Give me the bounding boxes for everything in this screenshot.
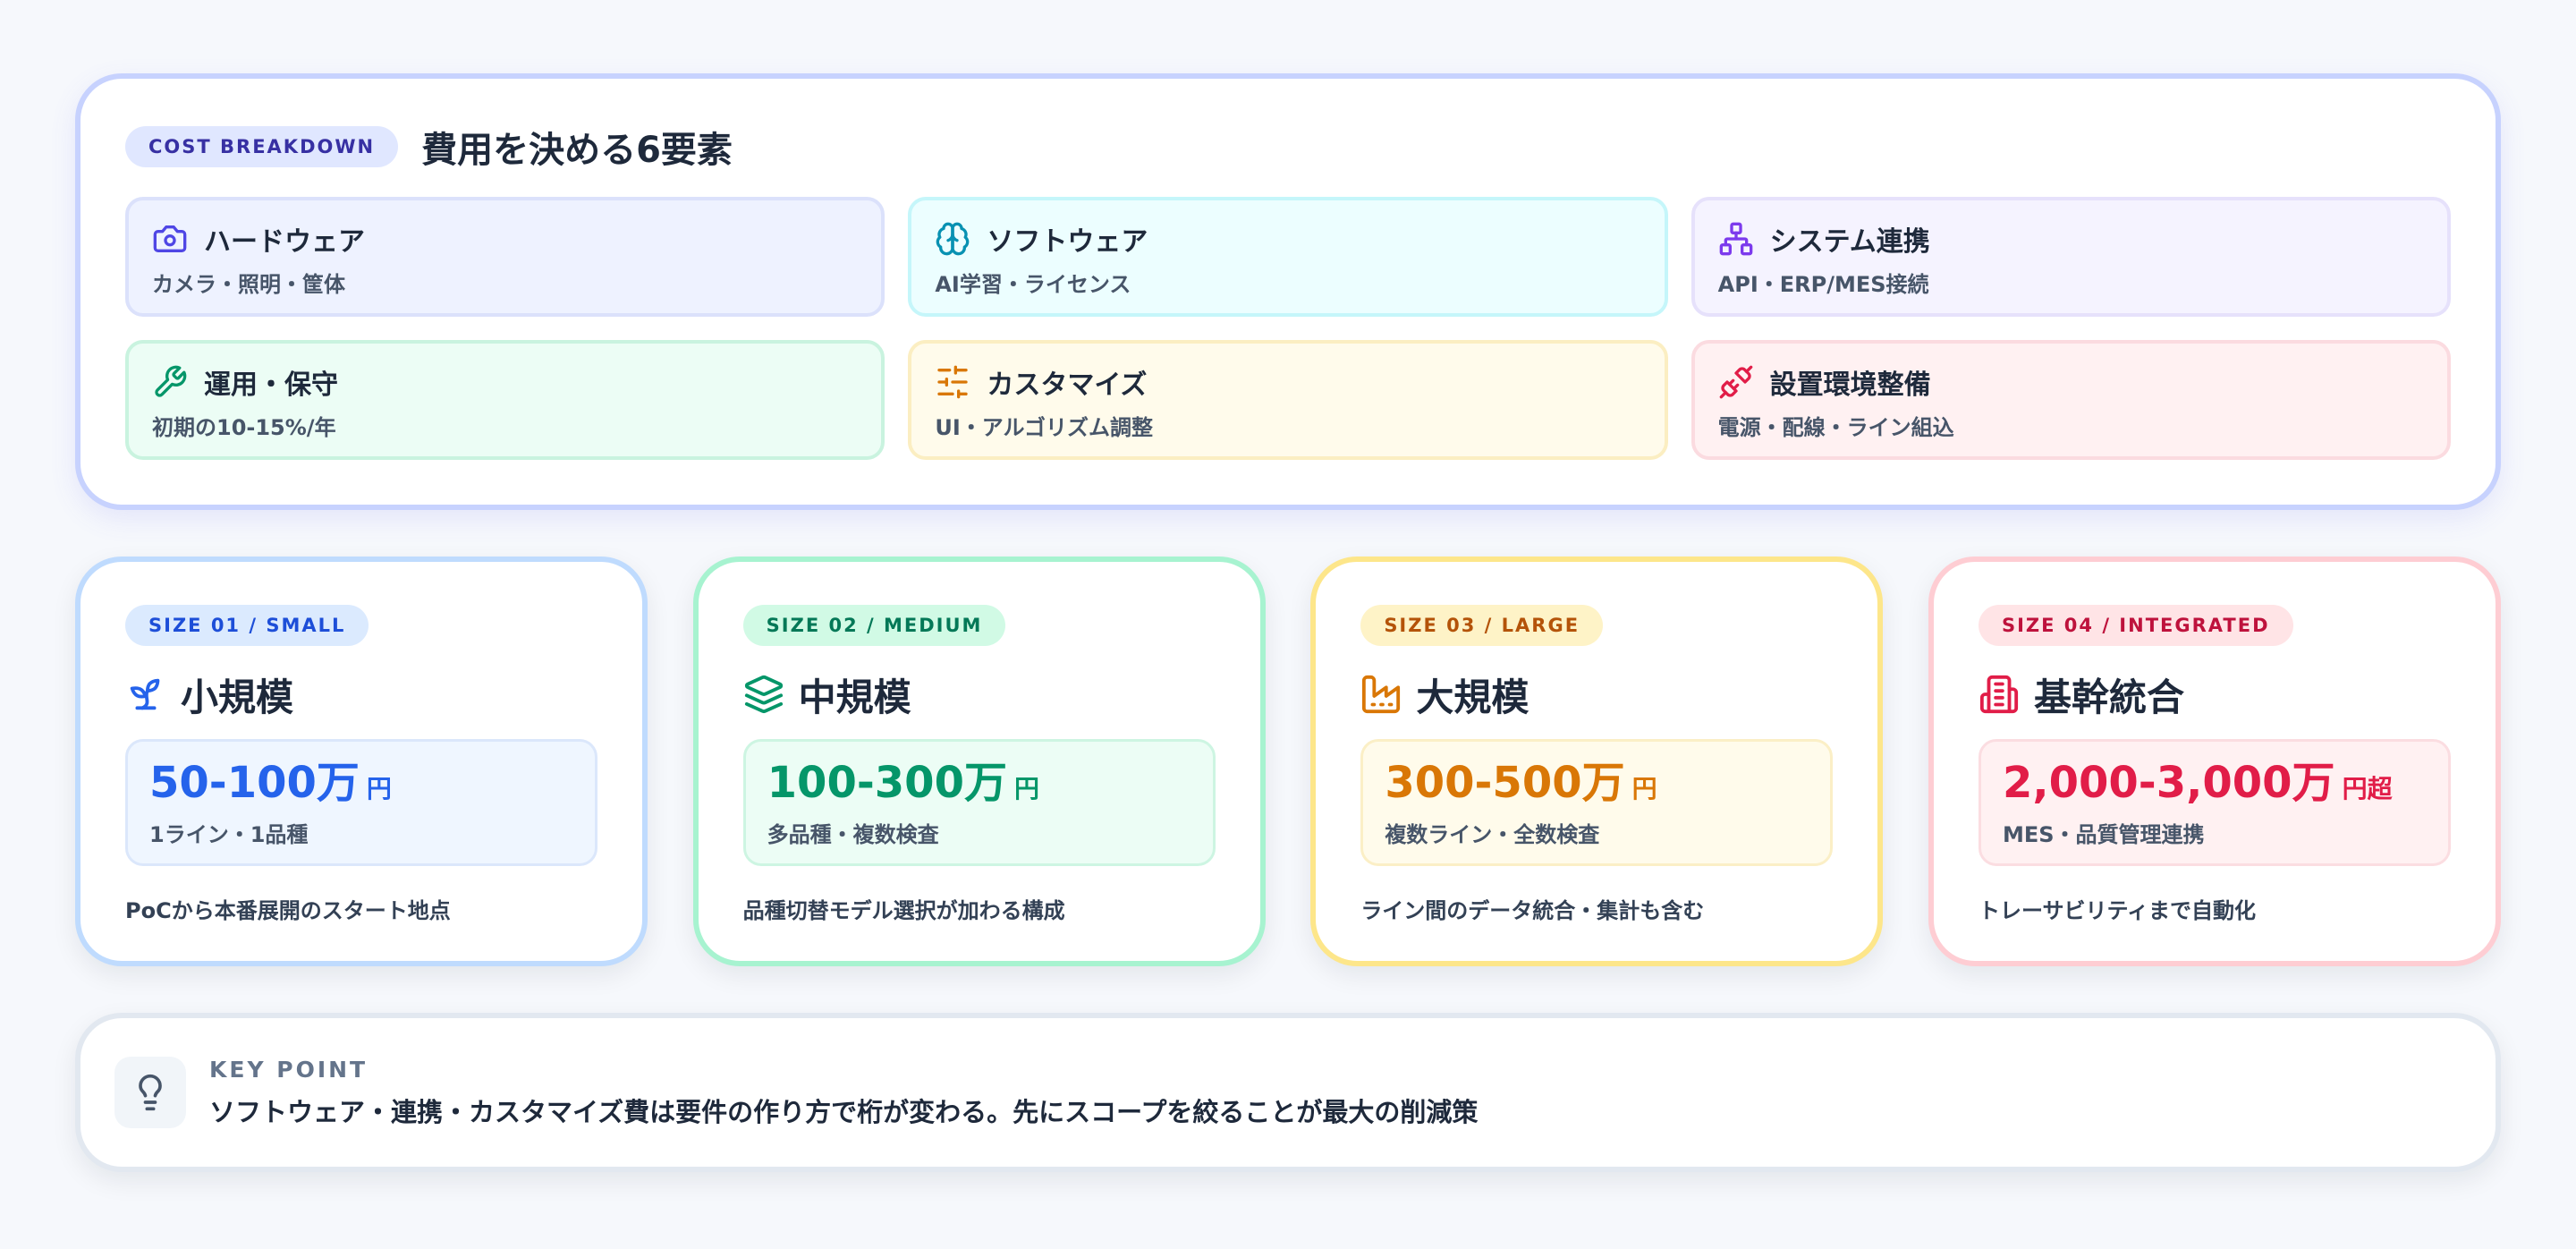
price-range: 2,000-3,000万 [2002, 758, 2335, 808]
factor-maintenance: 運用・保守 初期の10-15%/年 [125, 340, 886, 460]
price-unit: 円超 [2342, 774, 2393, 803]
size-description: トレーサビリティまで自動化 [1978, 898, 2257, 923]
size-description: 品種切替モデル選択が加わる構成 [742, 898, 1065, 923]
cost-breakdown-panel: COST BREAKDOWN 費用を決める6要素 ハードウェア カメラ・照明・筐… [75, 73, 2501, 510]
price-box: 300-500万円 複数ライン・全数検査 [1360, 739, 1834, 866]
cost-breakdown-badge: COST BREAKDOWN [125, 126, 399, 167]
factor-detail: カメラ・照明・筐体 [152, 272, 345, 297]
size-card-small: SIZE 01 / SMALL 小規模 50-100万円 1ライン・1品種 Po… [75, 557, 648, 966]
price-box: 100-300万円 多品種・複数検査 [742, 739, 1216, 866]
factor-name: システム連携 [1769, 226, 1930, 258]
size-description: ライン間のデータ統合・集計も含む [1360, 898, 1705, 923]
camera-icon [153, 225, 187, 252]
price-note: 複数ライン・全数検査 [1385, 822, 1600, 847]
key-point-text: ソフトウェア・連携・カスタマイズ費は要件の作り方で桁が変わる。先にスコープを絞る… [209, 1096, 1479, 1127]
factor-software: ソフトウェア AI学習・ライセンス [908, 197, 1668, 317]
price-range: 100-300万 [767, 758, 1007, 808]
price-note: 多品種・複数検査 [767, 822, 939, 847]
factor-name: 運用・保守 [204, 370, 338, 401]
size-badge: SIZE 01 / SMALL [125, 605, 369, 646]
wrench-icon [155, 365, 187, 397]
size-name: 大規模 [1416, 675, 1530, 719]
price-box: 50-100万円 1ライン・1品種 [125, 739, 597, 866]
factor-name: ソフトウェア [987, 226, 1148, 258]
building-icon [1979, 675, 2019, 714]
price-range: 50-100万 [149, 758, 360, 808]
sprout-icon [130, 678, 160, 710]
factor-customize: カスタマイズ UI・アルゴリズム調整 [908, 340, 1668, 460]
price-unit: 円 [366, 774, 392, 803]
factor-grid: ハードウェア カメラ・照明・筐体 ソフトウェア AI学習・ライセンス システム連… [125, 197, 2451, 460]
plug-icon [1719, 365, 1752, 399]
layers-icon [744, 675, 783, 714]
infographic: COST BREAKDOWN 費用を決める6要素 ハードウェア カメラ・照明・筐… [75, 73, 2501, 1172]
factor-detail: 初期の10-15%/年 [152, 415, 336, 440]
factor-detail: API・ERP/MES接続 [1717, 272, 1929, 297]
factor-detail: AI学習・ライセンス [935, 272, 1131, 297]
factor-name: 設置環境整備 [1769, 370, 1931, 401]
panel-header: COST BREAKDOWN 費用を決める6要素 [125, 122, 2451, 172]
factor-name: ハードウェア [204, 226, 365, 258]
size-badge: SIZE 04 / INTEGRATED [1978, 605, 2293, 646]
factor-hardware: ハードウェア カメラ・照明・筐体 [125, 197, 886, 317]
brain-icon [936, 222, 970, 256]
price-unit: 円 [1013, 774, 1039, 803]
size-badge: SIZE 03 / LARGE [1360, 605, 1604, 646]
size-description: PoCから本番展開のスタート地点 [125, 898, 451, 923]
size-name: 中規模 [798, 675, 911, 719]
price-unit: 円 [1631, 774, 1657, 803]
panel-title: 費用を決める6要素 [421, 130, 733, 171]
factory-icon [1362, 675, 1401, 714]
price-note: 1ライン・1品種 [149, 822, 309, 847]
lightbulb-icon [139, 1074, 162, 1111]
price-box: 2,000-3,000万 円超 MES・品質管理連携 [1978, 739, 2451, 866]
size-card-integrated: SIZE 04 / INTEGRATED 基幹統合 2,000-3,000万 円超… [1928, 557, 2501, 966]
factor-detail: UI・アルゴリズム調整 [935, 415, 1154, 440]
price-range: 300-500万 [1385, 758, 1625, 808]
factor-detail: 電源・配線・ライン組込 [1717, 415, 1954, 440]
size-name: 基幹統合 [2033, 675, 2184, 719]
price-note: MES・品質管理連携 [2002, 822, 2205, 847]
sliders-icon [937, 365, 968, 399]
factor-installation: 設置環境整備 電源・配線・ライン組込 [1690, 340, 2451, 460]
size-name: 小規模 [181, 675, 294, 719]
size-badge: SIZE 02 / MEDIUM [742, 605, 1006, 646]
size-card-medium: SIZE 02 / MEDIUM 中規模 100-300万円 多品種・複数検査 … [692, 557, 1266, 966]
factor-name: カスタマイズ [987, 370, 1148, 401]
size-card-large: SIZE 03 / LARGE 大規模 300-500万円 複数ライン・全数検査… [1310, 557, 1884, 966]
size-cards: SIZE 01 / SMALL 小規模 50-100万円 1ライン・1品種 Po… [75, 557, 2501, 966]
key-point-panel: KEY POINT ソフトウェア・連携・カスタマイズ費は要件の作り方で桁が変わる… [75, 1013, 2501, 1172]
key-point-label: KEY POINT [209, 1056, 369, 1083]
factor-system-integration: システム連携 API・ERP/MES接続 [1690, 197, 2451, 317]
network-icon [1719, 222, 1752, 256]
